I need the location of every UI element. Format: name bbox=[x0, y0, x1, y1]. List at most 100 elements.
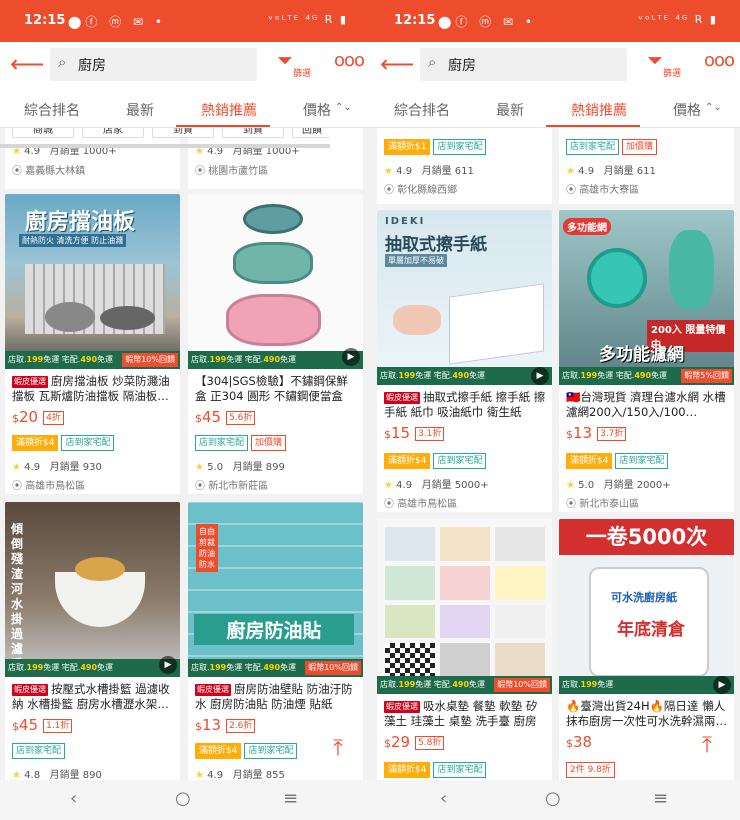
shipping-strip: 店取.199免運 宅配.490免運 蝦幣10%回饋 bbox=[188, 659, 363, 677]
image-headline: 廚房防油貼 bbox=[194, 614, 354, 645]
product-card[interactable]: 店取.199免運 宅配.490免運 ▶ 【304|SGS檢驗】不鏽鋼保鮮盒 正3… bbox=[188, 194, 363, 494]
search-icon: ⌕ bbox=[428, 53, 437, 71]
container-medium bbox=[233, 242, 313, 284]
rating-value: 5.0 bbox=[578, 480, 595, 491]
container-large bbox=[226, 294, 321, 346]
play-icon[interactable]: ▶ bbox=[342, 348, 360, 366]
play-icon[interactable]: ▶ bbox=[531, 367, 549, 385]
monthly-sales: 月銷量 5000+ bbox=[421, 480, 489, 491]
play-icon[interactable]: ▶ bbox=[159, 656, 177, 674]
sort-tabs: 綜合排名 最新 熱銷推薦 價格 ⌃⌄ bbox=[370, 88, 740, 128]
screen-right: 12:15 ⬤ⓕ ⓜ ✉ • ᵛᵒᴸᵀᴱ ⁴ᴳ R ▮ ⟵ ⌕ 廚房 ⏷ 篩選 … bbox=[370, 0, 740, 820]
product-card[interactable]: 店到家宅配 加價購 ★ 4.9 月銷量 611 ⦿ 高雄市大寮區 bbox=[559, 128, 734, 204]
product-card[interactable]: 一卷5000次 可水洗廚房紙 年底清倉 店取.199免運 ▶ 🔥臺灣出貨24H🔥… bbox=[559, 519, 734, 780]
tab-price[interactable]: 價格 bbox=[673, 100, 701, 120]
tag-row: 店到家宅配 bbox=[12, 738, 68, 759]
tag-row: 滿額折$4 店到家宅配 bbox=[384, 757, 489, 778]
strip-home: 宅配. bbox=[61, 663, 81, 672]
coin-cashback: 蝦幣10%回饋 bbox=[494, 678, 550, 692]
strip-home-value: 490 bbox=[263, 663, 281, 672]
product-card[interactable]: 傾倒殘渣 河水 掛 過濾 手 水槽 店取.199免運 宅配.490免運 ▶ 蝦皮… bbox=[5, 502, 180, 780]
product-title: 蝦皮優選廚房防油壁貼 防油汙防水 廚房防油貼 防油煙 貼紙 廚… bbox=[195, 682, 358, 712]
strip-home: 宅配. bbox=[615, 371, 635, 380]
chip-arrival[interactable]: 到貨 bbox=[152, 128, 214, 138]
product-image: IDEKI 抽取式擦手紙 單層加厚不易破 店取.199免運 宅配.490免運 ▶ bbox=[377, 210, 552, 385]
product-card[interactable]: 店取.199免運 宅配.490免運 蝦幣10%回饋 蝦皮優選 吸水桌墊 餐墊 軟墊 … bbox=[377, 519, 552, 780]
product-grid[interactable]: ★ 4.9 月銷量 1000+ ⦿ 嘉義縣大林鎮 ★ 4.9 月銷量 1000+… bbox=[0, 128, 370, 780]
more-options-icon[interactable]: ooo bbox=[334, 50, 365, 71]
star-icon: ★ bbox=[12, 770, 21, 780]
price: $38 bbox=[566, 733, 592, 751]
chip-arrival-2[interactable]: 到貨 bbox=[222, 128, 284, 138]
back-to-top-icon[interactable]: ⤒ bbox=[326, 738, 350, 762]
rating-value: 4.8 bbox=[24, 770, 41, 780]
chip-cashback[interactable]: 回饋 bbox=[292, 128, 330, 138]
product-card[interactable]: IDEKI 抽取式擦手紙 單層加厚不易破 店取.199免運 宅配.490免運 ▶… bbox=[377, 210, 552, 512]
monthly-sales: 月銷量 611 bbox=[603, 166, 656, 177]
search-input[interactable]: ⌕ 廚房 bbox=[420, 48, 627, 81]
status-bar: 12:15 ⬤ⓕ ⓜ ✉ • ᵛᵒᴸᵀᴱ ⁴ᴳ R ▮ bbox=[370, 0, 740, 42]
rating-value: 4.9 bbox=[396, 166, 413, 177]
currency: $ bbox=[195, 412, 202, 425]
search-input[interactable]: ⌕ 廚房 bbox=[50, 48, 257, 81]
rating: ★ 4.8 月銷量 890 bbox=[12, 766, 102, 780]
tag-home-delivery: 店到家宅配 bbox=[433, 139, 487, 155]
chip-mall[interactable]: 商城 bbox=[12, 128, 74, 138]
mall-badge: 蝦皮優選 bbox=[12, 376, 48, 388]
tag-spend-discount: 滿額折$1 bbox=[384, 139, 431, 155]
shipping-strip: 店取.199免運 宅配.490免運 bbox=[377, 367, 552, 385]
rating: ★ 4.9 月銷量 5000+ bbox=[384, 476, 489, 491]
chip-store[interactable]: 店家 bbox=[82, 128, 144, 138]
image-subline: 可水洗廚房紙 bbox=[611, 591, 677, 604]
filter-button[interactable]: ⏷ 篩選 bbox=[645, 46, 695, 84]
tab-relevance[interactable]: 綜合排名 bbox=[394, 100, 450, 120]
nav-recents-icon[interactable]: ≡ bbox=[283, 788, 298, 809]
tag-row: 滿額折$1 店到家宅配 bbox=[384, 134, 489, 155]
notification-icons: ⬤ⓕ ⓜ ✉ • bbox=[438, 15, 537, 29]
back-arrow-icon[interactable]: ⟵ bbox=[380, 50, 414, 80]
product-image: 多功能網 200入 限量特價中 多功能濾網 店取.199免運 宅配.490免運蝦… bbox=[559, 210, 734, 385]
filter-button[interactable]: ⏷ 篩選 bbox=[275, 46, 325, 84]
product-grid[interactable]: 滿額折$1 店到家宅配 ★ 4.9 月銷量 611 ⦿ 彰化縣線西鄉 店到家宅配加… bbox=[370, 128, 740, 780]
tag-spend-discount: 滿額折$4 bbox=[12, 435, 59, 451]
back-arrow-icon[interactable]: ⟵ bbox=[10, 50, 44, 80]
monthly-sales: 月銷量 930 bbox=[49, 462, 102, 473]
nav-home-icon[interactable]: ○ bbox=[175, 788, 191, 809]
system-nav-bar: ‹ ○ ≡ bbox=[370, 780, 740, 820]
tab-price[interactable]: 價格 bbox=[303, 100, 331, 120]
product-card[interactable]: 自由剪裁 防油 防水 廚房防油貼 店取.199免運 宅配.490免運 蝦幣10%回… bbox=[188, 502, 363, 780]
search-query: 廚房 bbox=[78, 58, 106, 74]
price-value: 45 bbox=[19, 716, 39, 734]
tab-latest[interactable]: 最新 bbox=[496, 100, 524, 120]
strip-take: 店取. bbox=[562, 371, 581, 380]
back-to-top-icon[interactable]: ⤒ bbox=[695, 735, 719, 759]
coin-cashback: 蝦幣10%回饋 bbox=[305, 661, 361, 675]
image-headline: 多功能濾網 bbox=[599, 345, 684, 365]
play-icon[interactable]: ▶ bbox=[713, 676, 731, 694]
product-card[interactable]: 滿額折$1 店到家宅配 ★ 4.9 月銷量 611 ⦿ 彰化縣線西鄉 bbox=[377, 128, 552, 204]
tab-relevance[interactable]: 綜合排名 bbox=[24, 100, 80, 120]
tab-latest[interactable]: 最新 bbox=[126, 100, 154, 120]
star-icon: ★ bbox=[384, 166, 393, 177]
price: $13 2.6折 bbox=[195, 716, 256, 734]
nav-back-icon[interactable]: ‹ bbox=[440, 788, 447, 809]
nav-home-icon[interactable]: ○ bbox=[545, 788, 561, 809]
noodles-shape bbox=[75, 557, 125, 581]
discount-badge: 4折 bbox=[43, 411, 64, 425]
nav-back-icon[interactable]: ‹ bbox=[70, 788, 77, 809]
tab-top-sales[interactable]: 熱銷推薦 bbox=[571, 100, 627, 120]
product-card[interactable]: 廚房擋油板 耐熱防火 清洗方便 防止油濺 店取.199免運 宅配.490免運 蝦幣… bbox=[5, 194, 180, 494]
more-options-icon[interactable]: ooo bbox=[704, 50, 735, 71]
image-headline: 一卷5000次 bbox=[559, 519, 734, 555]
nav-recents-icon[interactable]: ≡ bbox=[653, 788, 668, 809]
strip-home-value: 490 bbox=[80, 355, 98, 364]
discount-badge: 1.1折 bbox=[43, 719, 73, 733]
location: ⦿ 高雄市鳥松區 bbox=[12, 481, 86, 492]
tag-spend-discount: 滿額折$4 bbox=[384, 453, 431, 469]
strip-free1: 免運 bbox=[415, 680, 432, 689]
price: $15 3.1折 bbox=[384, 424, 445, 442]
tab-top-sales[interactable]: 熱銷推薦 bbox=[201, 100, 257, 120]
location-text: 嘉義縣大林鎮 bbox=[25, 166, 86, 177]
location-text: 新北市泰山區 bbox=[579, 499, 640, 510]
product-card[interactable]: 多功能網 200入 限量特價中 多功能濾網 店取.199免運 宅配.490免運蝦… bbox=[559, 210, 734, 512]
